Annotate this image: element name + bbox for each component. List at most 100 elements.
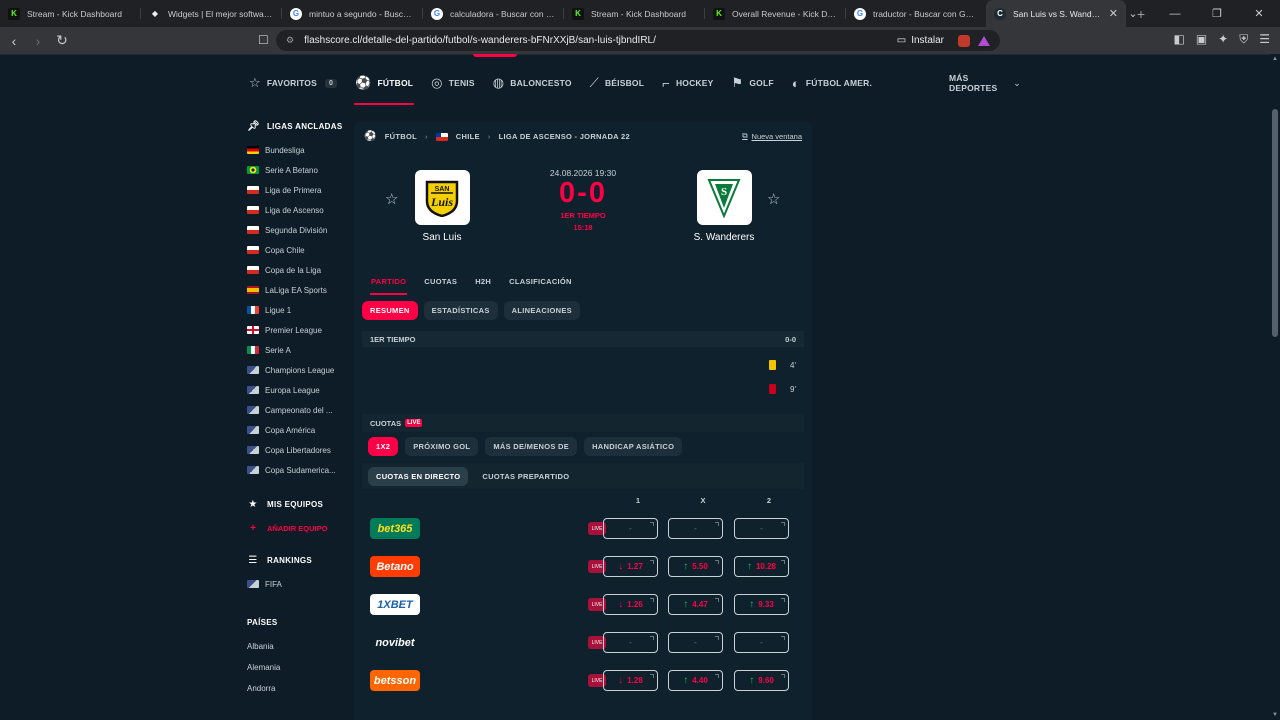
browser-tab[interactable]: Gtraductor - Buscar con Google bbox=[846, 0, 986, 27]
sidebar-league-item[interactable]: Campeonato del ... bbox=[247, 400, 347, 420]
sidebar-league-item[interactable]: Serie A Betano bbox=[247, 160, 347, 180]
nav-more-sports[interactable]: MÁS DEPORTES ⌄ bbox=[940, 62, 1030, 104]
ranking-item[interactable]: FIFA bbox=[247, 574, 347, 594]
mode-cuotas-prepartido[interactable]: CUOTAS PREPARTIDO bbox=[474, 467, 577, 486]
odds-cell[interactable]: ↑ 10.28 bbox=[734, 556, 789, 577]
back-icon[interactable]: ‹ bbox=[4, 33, 24, 49]
bookmaker-logo[interactable]: betsson bbox=[370, 670, 420, 691]
url-bar[interactable]: ⚙ flashscore.cl/detalle-del-partido/futb… bbox=[276, 30, 1000, 51]
subtab-alineaciones[interactable]: ALINEACIONES bbox=[503, 301, 580, 320]
vpn-icon[interactable]: ⛨ bbox=[1239, 32, 1248, 47]
new-window-link[interactable]: ⧉ Nueva ventana bbox=[742, 131, 802, 141]
breadcrumb-sport[interactable]: FÚTBOL bbox=[385, 132, 417, 141]
extensions-icon[interactable]: ✦ bbox=[1218, 32, 1228, 47]
sidebar-league-item[interactable]: Bundesliga bbox=[247, 140, 347, 160]
subtab-estadisticas[interactable]: ESTADÍSTICAS bbox=[423, 301, 498, 320]
odds-cell[interactable]: ↓ 1.28 bbox=[603, 670, 658, 691]
browser-tab[interactable]: K Stream - Kick Dashboard bbox=[0, 0, 140, 27]
odds-cell[interactable]: ↑ 4.40 bbox=[668, 670, 723, 691]
forward-icon[interactable]: › bbox=[28, 33, 48, 49]
maximize-icon[interactable]: ❐ bbox=[1196, 0, 1238, 27]
bookmaker-logo[interactable]: 1XBET bbox=[370, 594, 420, 615]
nav-baloncesto[interactable]: ◍ BALONCESTO bbox=[484, 62, 581, 104]
sidebar-league-item[interactable]: Premier League bbox=[247, 320, 347, 340]
country-item[interactable]: Alemania bbox=[247, 657, 347, 678]
sidebar-league-item[interactable]: Liga de Ascenso bbox=[247, 200, 347, 220]
nav-golf[interactable]: ⚑ GOLF bbox=[723, 62, 783, 104]
sidebar-league-item[interactable]: Copa Libertadores bbox=[247, 440, 347, 460]
odds-cell[interactable]: ↑ 9.60 bbox=[734, 670, 789, 691]
away-team[interactable]: S S. Wanderers bbox=[664, 170, 784, 243]
odds-cell[interactable]: ↑ 9.33 bbox=[734, 594, 789, 615]
site-info-icon[interactable]: ⚙ bbox=[286, 35, 294, 46]
minimize-icon[interactable]: — bbox=[1154, 0, 1196, 27]
sidebar-league-item[interactable]: Copa de la Liga bbox=[247, 260, 347, 280]
sidebar-league-item[interactable]: Copa Sudamerica... bbox=[247, 460, 347, 480]
bookmaker-logo[interactable]: novibet bbox=[370, 632, 420, 653]
sidebar-league-item[interactable]: Ligue 1 bbox=[247, 300, 347, 320]
browser-tab[interactable]: Gmintuo a segundo - Buscar co bbox=[282, 0, 422, 27]
bookmaker-logo[interactable]: Betano bbox=[370, 556, 420, 577]
mode-cuotas-en-directo[interactable]: CUOTAS EN DIRECTO bbox=[368, 466, 469, 486]
odds-cell[interactable]: - bbox=[668, 518, 723, 539]
market-proximo-gol[interactable]: PRÓXIMO GOL bbox=[405, 437, 479, 456]
market-handicap-asiatico[interactable]: HANDICAP ASIÁTICO bbox=[584, 437, 683, 456]
browser-tab-active[interactable]: C San Luis vs S. Wanderers ✕ bbox=[986, 0, 1126, 27]
scrollbar-thumb[interactable] bbox=[1272, 109, 1278, 337]
country-item[interactable]: Albania bbox=[247, 636, 347, 657]
odds-cell[interactable]: ↑ 5.50 bbox=[668, 556, 723, 577]
sidebar-league-item[interactable]: Copa América bbox=[247, 420, 347, 440]
nav-futbol[interactable]: ⚽ FÚTBOL bbox=[346, 62, 422, 105]
odds-cell[interactable]: ↓ 1.27 bbox=[603, 556, 658, 577]
tab-search-icon[interactable]: ⌄ bbox=[1112, 0, 1154, 27]
sidebar-league-item[interactable]: Europa League bbox=[247, 380, 347, 400]
nav-hockey[interactable]: ⌐ HOCKEY bbox=[653, 62, 722, 104]
country-item[interactable]: Andorra bbox=[247, 678, 347, 699]
nav-futbol-americano[interactable]: ◐ FÚTBOL AMER. bbox=[783, 62, 881, 104]
sidebar-league-item[interactable]: Copa Chile bbox=[247, 240, 347, 260]
sidebar-league-item[interactable]: Segunda División bbox=[247, 220, 347, 240]
odds-cell[interactable]: - bbox=[668, 632, 723, 653]
tab-partido[interactable]: PARTIDO bbox=[362, 270, 415, 295]
bookmaker-logo[interactable]: bet365 bbox=[370, 518, 420, 539]
odds-cell[interactable]: ↓ 1.26 bbox=[603, 594, 658, 615]
reload-icon[interactable]: ↻ bbox=[52, 32, 72, 49]
odds-cell[interactable]: - bbox=[734, 518, 789, 539]
nav-beisbol[interactable]: ⟋ BÉISBOL bbox=[581, 62, 654, 104]
home-team[interactable]: SAN Luis San Luis bbox=[382, 170, 502, 243]
market-1x2[interactable]: 1X2 bbox=[368, 437, 399, 456]
tab-h2h[interactable]: H2H bbox=[466, 270, 500, 292]
odds-cell[interactable]: - bbox=[734, 632, 789, 653]
menu-icon[interactable]: ☰ bbox=[1259, 32, 1270, 47]
market-over-under[interactable]: MÁS DE/MENOS DE bbox=[485, 437, 578, 456]
nav-favorites[interactable]: ☆ FAVORITOS 0 bbox=[240, 62, 346, 104]
browser-tab[interactable]: K Overall Revenue - Kick Dashb bbox=[705, 0, 845, 27]
incident-row[interactable]: 4' bbox=[769, 360, 796, 370]
tab-clasificacion[interactable]: CLASIFICACIÓN bbox=[500, 270, 581, 292]
odds-cell[interactable]: - bbox=[603, 632, 658, 653]
breadcrumb-country[interactable]: CHILE bbox=[456, 132, 480, 141]
install-button[interactable]: ▭ Instalar bbox=[897, 35, 944, 46]
sidebar-league-item[interactable]: Champions League bbox=[247, 360, 347, 380]
breadcrumb-league[interactable]: LIGA DE ASCENSO - JORNADA 22 bbox=[499, 132, 630, 141]
nav-tenis[interactable]: ◎ TENIS bbox=[422, 62, 484, 104]
odds-cell[interactable]: ↑ 4.47 bbox=[668, 594, 723, 615]
browser-tab[interactable]: ◆ Widgets | El mejor software pa bbox=[141, 0, 281, 27]
favorite-away-star-icon[interactable]: ☆ bbox=[767, 190, 780, 208]
bookmark-icon[interactable]: ☐ bbox=[258, 33, 269, 47]
scrollbar[interactable]: ▲ ▼ bbox=[1270, 54, 1280, 720]
wallet-icon[interactable]: ▣ bbox=[1196, 32, 1207, 47]
sidebar-league-item[interactable]: LaLiga EA Sports bbox=[247, 280, 347, 300]
subtab-resumen[interactable]: RESUMEN bbox=[362, 301, 418, 320]
sidebar-league-item[interactable]: Liga de Primera bbox=[247, 180, 347, 200]
odds-cell[interactable]: - bbox=[603, 518, 658, 539]
close-window-icon[interactable]: ✕ bbox=[1238, 0, 1280, 27]
tab-cuotas[interactable]: CUOTAS bbox=[415, 270, 466, 292]
rewards-icon[interactable] bbox=[978, 35, 990, 46]
sidebar-league-item[interactable]: Serie A bbox=[247, 340, 347, 360]
browser-tab[interactable]: Gcalculadora - Buscar con Goo bbox=[423, 0, 563, 27]
brave-shield-icon[interactable] bbox=[958, 34, 970, 47]
add-team-button[interactable]: + AÑADIR EQUIPO bbox=[247, 518, 347, 538]
incident-row[interactable]: 9' bbox=[769, 384, 796, 394]
sidebar-icon[interactable]: ◧ bbox=[1173, 32, 1184, 47]
